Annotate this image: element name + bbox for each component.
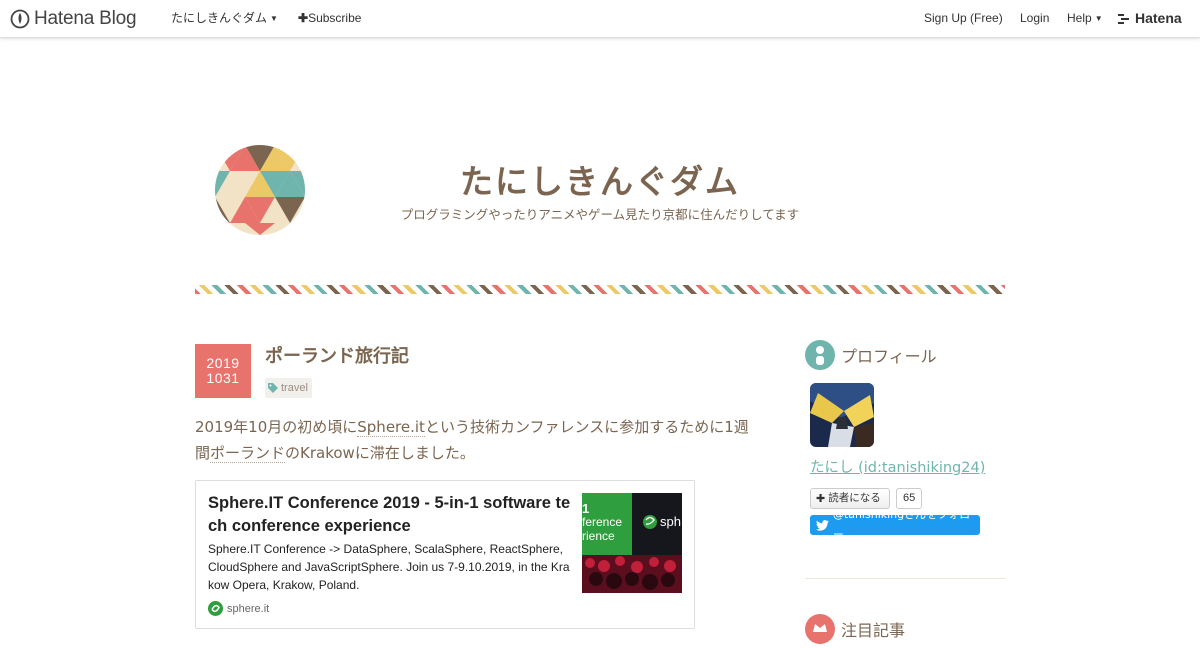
entry-text: 2019年10月の初め頃に <box>195 418 358 436</box>
embed-card-site-label: sphere.it <box>227 602 270 615</box>
embed-card-description: Sphere.IT Conference -> DataSphere, Scal… <box>208 542 570 592</box>
hatena-blog-icon <box>10 9 30 28</box>
brand-text: Hatena Blog <box>34 8 137 29</box>
entry-date-monthday: 1031 <box>206 370 240 386</box>
blog-title[interactable]: たにしきんぐダム <box>275 155 925 203</box>
plus-icon: ✚ <box>816 492 826 505</box>
hatena-logo-text: Hatena <box>1135 10 1182 26</box>
follow-button-label: @tanishikingさんをフォロー <box>832 508 971 541</box>
thumb-text-3: rience <box>582 529 615 543</box>
category-label: travel <box>281 382 308 394</box>
thumb-text-2: ference <box>582 515 623 529</box>
avatar-image <box>810 383 874 447</box>
blog-title-area: たにしきんぐダム プログラミングやったりアニメやゲーム見たり京都に住んだりしてま… <box>195 145 1005 240</box>
hatena-mark-icon <box>1118 13 1129 24</box>
plus-icon: ✚ <box>298 11 309 25</box>
profile-heading: プロフィール <box>805 340 937 370</box>
subscribe-button[interactable]: ✚Subscribe <box>298 0 361 37</box>
global-header: Hatena Blog たにしきんぐダム ▼ ✚Subscribe Sign Up… <box>0 0 1200 38</box>
twitter-bird-icon <box>816 519 829 531</box>
entry-text: のKrakowに滞在しました。 <box>285 444 475 462</box>
thumb-text-1: 1 <box>582 501 590 516</box>
next-heading: 注目記事 <box>805 614 905 644</box>
profile-person-icon <box>805 340 835 370</box>
tag-icon <box>268 383 278 393</box>
thumb-brand: sph <box>660 514 681 529</box>
sidebar-divider <box>805 578 1005 579</box>
help-label: Help <box>1067 11 1092 25</box>
decorative-stripe <box>195 285 1005 294</box>
entry-date[interactable]: 2019 1031 <box>195 344 251 398</box>
blog-menu[interactable]: たにしきんぐダム ▼ <box>171 0 278 37</box>
keyword-link-sphere[interactable]: Sphere.it <box>357 418 425 437</box>
keyword-link-poland[interactable]: ポーランド <box>210 444 286 463</box>
caret-down-icon: ▼ <box>270 14 278 23</box>
embed-card-thumbnail[interactable]: 1 ference rience sph <box>582 493 682 593</box>
subscribe-label: Subscribe <box>308 11 362 25</box>
hatena-logo[interactable]: Hatena <box>1118 0 1182 37</box>
entry-date-year: 2019 <box>206 355 240 371</box>
hatena-blog-logo[interactable]: Hatena Blog <box>10 0 137 37</box>
embed-card[interactable]: Sphere.IT Conference 2019 - 5-in-1 softw… <box>195 480 695 629</box>
next-heading-label: 注目記事 <box>841 621 906 640</box>
help-menu[interactable]: Help ▼ <box>1067 0 1103 37</box>
profile-heading-label: プロフィール <box>841 347 937 366</box>
blog-menu-label: たにしきんぐダム <box>171 11 268 25</box>
embed-card-site[interactable]: sphere.it <box>208 601 269 616</box>
caret-down-icon: ▼ <box>1094 14 1103 23</box>
crown-icon <box>805 614 835 644</box>
category-tag[interactable]: travel <box>265 378 312 398</box>
entry-title[interactable]: ポーランド旅行記 <box>265 342 409 368</box>
signup-link[interactable]: Sign Up (Free) <box>924 0 1003 37</box>
profile-avatar[interactable] <box>810 383 874 447</box>
entry-body: 2019年10月の初め頃にSphere.itという技術カンファレンスに参加するた… <box>195 414 760 466</box>
login-link[interactable]: Login <box>1020 0 1049 37</box>
conference-thumbnail-image <box>582 493 682 593</box>
blog-description: プログラミングやったりアニメやゲーム見たり京都に住んだりしてます <box>400 207 800 222</box>
embed-card-title[interactable]: Sphere.IT Conference 2019 - 5-in-1 softw… <box>208 492 573 538</box>
profile-name-link[interactable]: たにし (id:tanishiking24) <box>810 456 985 477</box>
sphere-favicon-icon <box>208 601 223 616</box>
twitter-follow-button[interactable]: @tanishikingさんをフォロー <box>810 508 980 541</box>
